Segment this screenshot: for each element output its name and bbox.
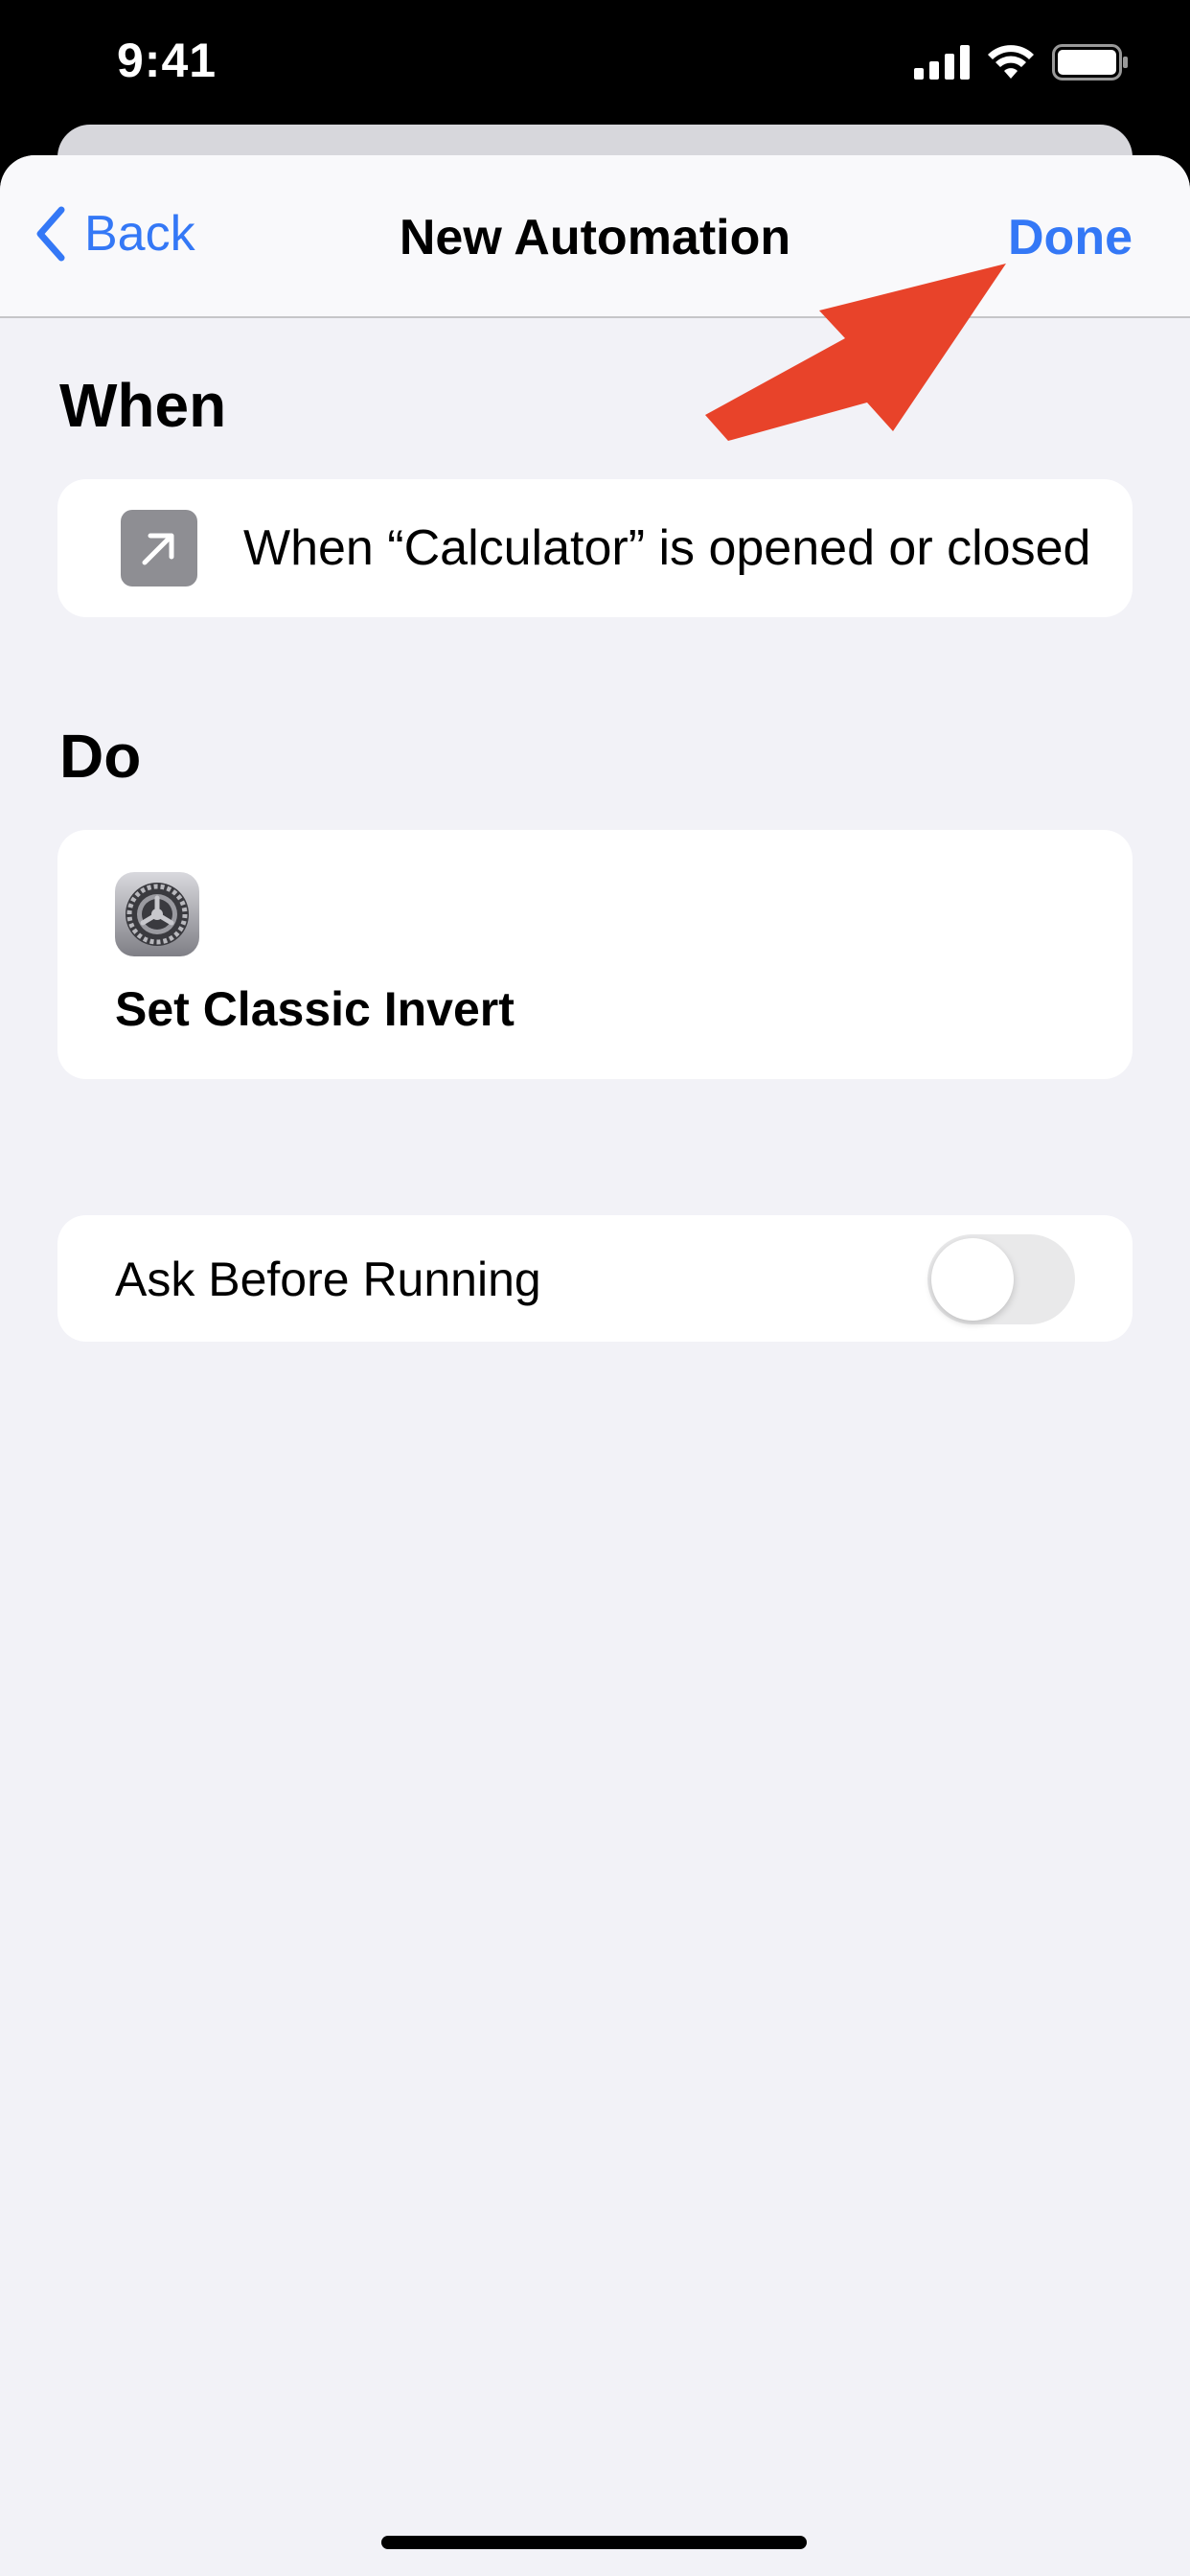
navigation-bar: Back New Automation Done (0, 155, 1190, 318)
toggle-knob (931, 1238, 1014, 1321)
status-time: 9:41 (117, 34, 217, 87)
arrow-up-right-icon (121, 510, 197, 586)
ask-before-running-row: Ask Before Running (57, 1215, 1133, 1342)
ask-before-running-toggle[interactable] (927, 1234, 1075, 1324)
settings-gear-icon (115, 872, 199, 956)
action-label: Set Classic Invert (115, 982, 515, 1036)
home-indicator[interactable] (381, 2536, 807, 2549)
done-button[interactable]: Done (1008, 209, 1133, 266)
cellular-signal-icon (914, 45, 970, 80)
ask-before-running-label: Ask Before Running (115, 1253, 541, 1306)
do-heading: Do (59, 722, 142, 791)
status-bar: 9:41 (0, 0, 1190, 134)
wifi-icon (988, 45, 1034, 79)
status-icons (914, 44, 1129, 80)
trigger-card[interactable]: When “Calculator” is opened or closed (57, 479, 1133, 617)
action-card[interactable]: Set Classic Invert (57, 830, 1133, 1079)
automation-sheet: Back New Automation Done When When “Calc… (0, 155, 1190, 2576)
trigger-text: When “Calculator” is opened or closed (243, 520, 1091, 576)
when-heading: When (59, 371, 227, 440)
battery-icon (1052, 44, 1128, 80)
